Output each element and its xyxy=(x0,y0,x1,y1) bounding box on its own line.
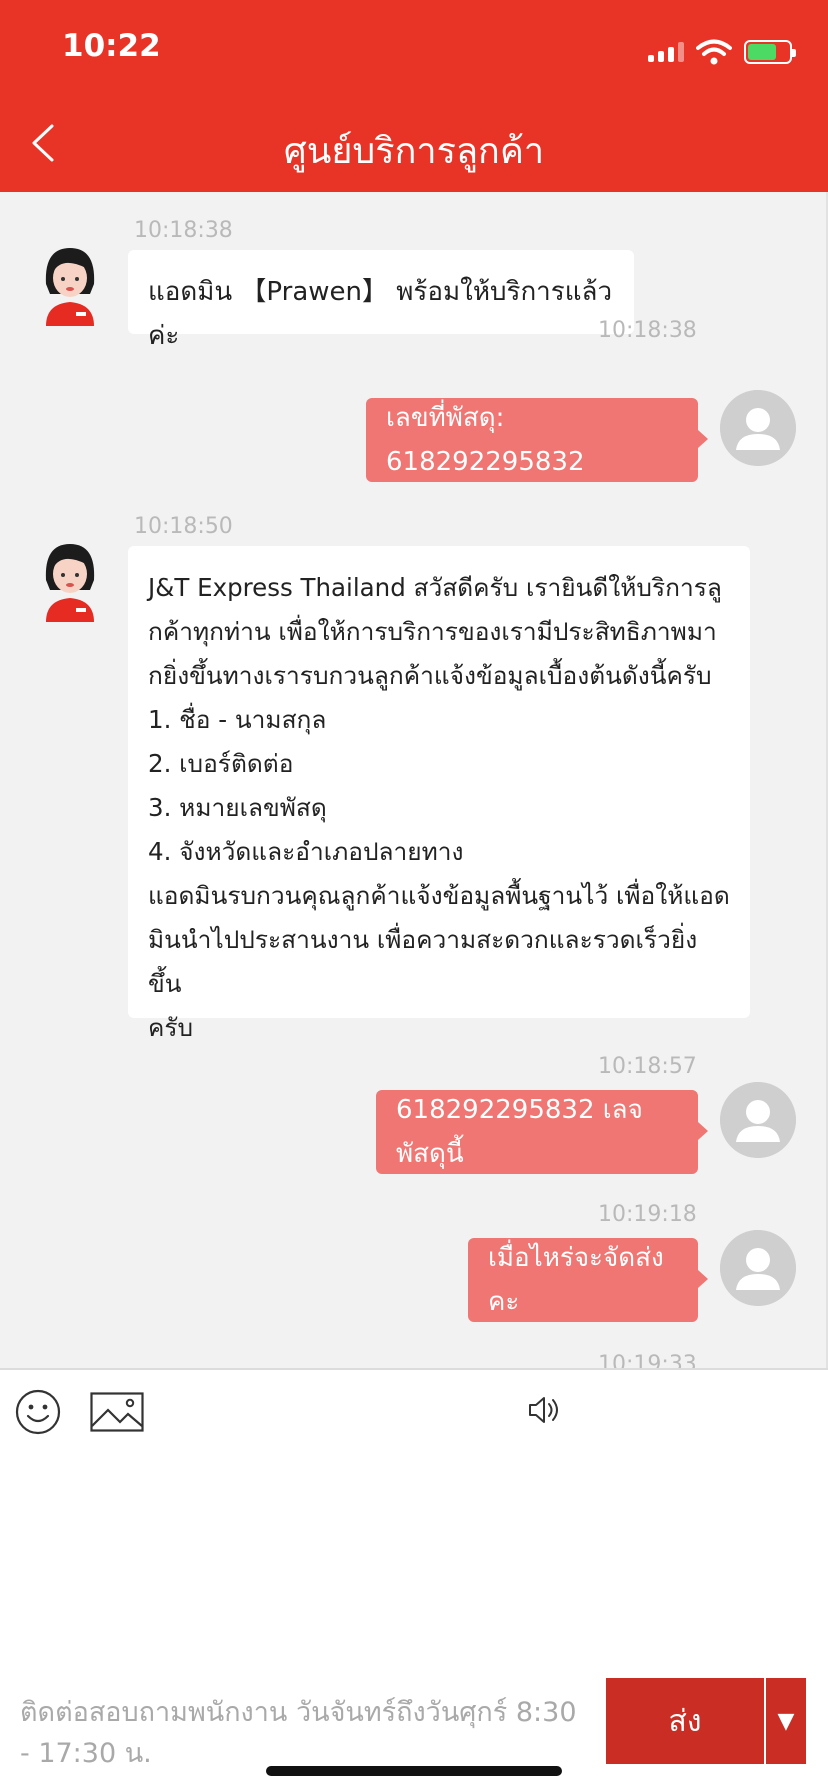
chevron-down-icon[interactable]: ▼ xyxy=(766,1678,806,1764)
status-icons xyxy=(648,32,796,72)
user-avatar xyxy=(720,390,796,466)
user-message-text: เลขที่พัสดุ: 618292295832 xyxy=(386,403,585,477)
signal-icon xyxy=(648,42,684,62)
speaker-icon[interactable] xyxy=(526,1392,562,1428)
agent-avatar xyxy=(45,544,95,622)
message-timestamp: 10:19:18 xyxy=(598,1202,697,1227)
chat-history[interactable]: 10:18:38 แอดมิน 【Prawen】 พร้อมให้บริการแ… xyxy=(0,192,828,1370)
status-time: 10:22 xyxy=(62,28,161,64)
message-timestamp: 10:18:38 xyxy=(134,218,233,243)
home-indicator xyxy=(266,1766,562,1776)
wifi-icon xyxy=(696,39,732,65)
page-title: ศูนย์บริการลูกค้า xyxy=(283,131,545,172)
message-timestamp: 10:18:57 xyxy=(598,1054,697,1079)
send-button[interactable]: ส่ง xyxy=(606,1678,764,1764)
user-message: เลขที่พัสดุ: 618292295832 xyxy=(366,398,708,482)
battery-icon xyxy=(744,40,796,64)
message-timestamp: 10:18:50 xyxy=(134,514,233,539)
user-message: 618292295832 เลจพัสดุนี้ xyxy=(376,1090,708,1174)
agent-message: J&T Express Thailand สวัสดีครับ เรายินดี… xyxy=(128,546,750,1042)
message-timestamp: 10:18:38 xyxy=(598,318,697,343)
agent-message: แอดมิน 【Prawen】 พร้อมให้บริการแล้วค่ะ xyxy=(128,250,634,351)
message-input[interactable]: ติดต่อสอบถามพนักงาน วันจันทร์ถึงวันศุกร์… xyxy=(20,1692,590,1774)
app-header: 10:22 ศูนย์บริการลูกค้า xyxy=(0,0,828,192)
user-avatar xyxy=(720,1082,796,1158)
emoji-icon[interactable] xyxy=(14,1388,62,1436)
user-message-text: 618292295832 เลจพัสดุนี้ xyxy=(396,1095,643,1169)
image-icon[interactable] xyxy=(90,1392,144,1432)
agent-avatar xyxy=(45,248,95,326)
user-avatar xyxy=(720,1230,796,1306)
user-message: เมื่อไหร่จะจัดส่งคะ xyxy=(468,1238,708,1322)
user-message-text: เมื่อไหร่จะจัดส่งคะ xyxy=(488,1243,664,1317)
